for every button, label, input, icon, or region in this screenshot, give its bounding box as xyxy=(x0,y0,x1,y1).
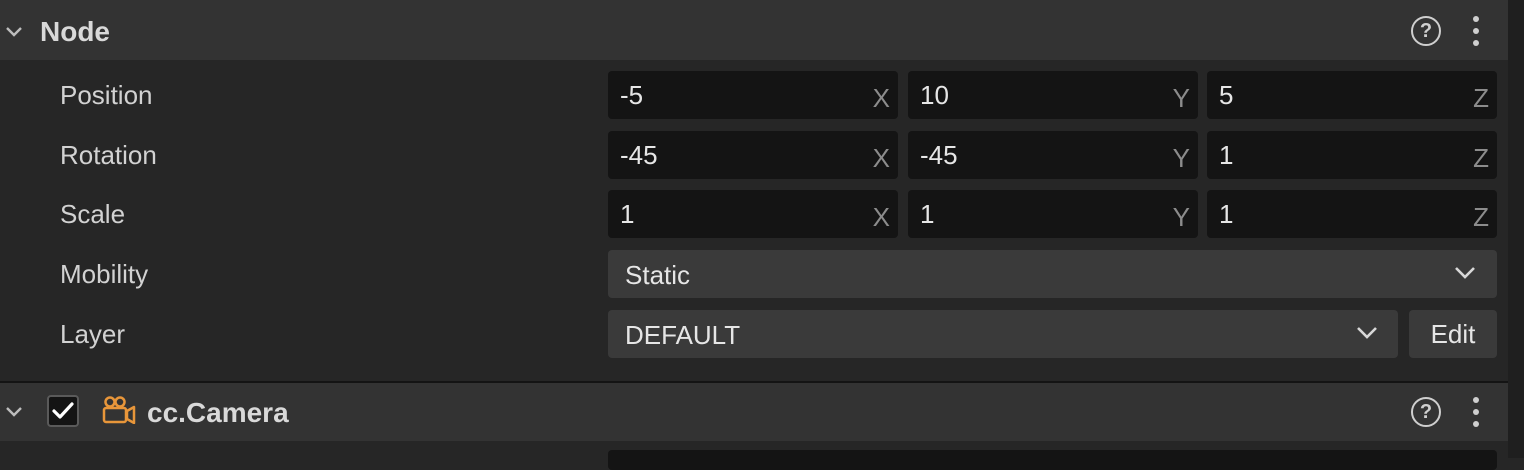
position-z-field[interactable]: 5 Z xyxy=(1207,71,1497,119)
rotation-z-field[interactable]: 1 Z xyxy=(1207,131,1497,179)
rotation-x-field[interactable]: -45 X xyxy=(608,131,898,179)
scale-label: Scale xyxy=(60,199,126,229)
layer-edit-button[interactable]: Edit xyxy=(1409,310,1497,358)
layer-label: Layer xyxy=(60,319,126,349)
mobility-label: Mobility xyxy=(60,259,149,289)
chevron-down-icon[interactable] xyxy=(4,22,24,42)
axis-z-label: Z xyxy=(1473,143,1489,173)
scrollbar-track[interactable] xyxy=(1508,0,1524,458)
camera-property-field[interactable] xyxy=(608,450,1497,470)
position-z-value: 5 xyxy=(1219,80,1234,110)
camera-enabled-checkbox[interactable] xyxy=(47,395,79,427)
position-label: Position xyxy=(60,80,153,110)
node-section-header[interactable]: Node ? xyxy=(0,0,1508,60)
node-section-title: Node xyxy=(40,16,110,47)
inspector-panel: Node ? Position -5 X 10 Y 5 Z Rotation -… xyxy=(0,0,1508,470)
axis-y-label: Y xyxy=(1172,143,1190,173)
camera-section-title: cc.Camera xyxy=(147,397,289,428)
rotation-y-value: -45 xyxy=(920,140,958,170)
scale-z-value: 1 xyxy=(1219,199,1234,229)
chevron-down-icon xyxy=(1455,267,1475,279)
help-icon[interactable]: ? xyxy=(1411,397,1441,427)
axis-x-label: X xyxy=(872,143,890,173)
scale-y-field[interactable]: 1 Y xyxy=(908,190,1198,238)
axis-x-label: X xyxy=(872,202,890,232)
position-x-field[interactable]: -5 X xyxy=(608,71,898,119)
axis-z-label: Z xyxy=(1473,83,1489,113)
layer-dropdown[interactable]: DEFAULT xyxy=(608,310,1398,358)
rotation-z-value: 1 xyxy=(1219,140,1234,170)
position-y-field[interactable]: 10 Y xyxy=(908,71,1198,119)
scale-y-value: 1 xyxy=(920,199,935,229)
checkmark-icon xyxy=(52,402,74,419)
camera-icon xyxy=(102,396,136,424)
axis-z-label: Z xyxy=(1473,202,1489,232)
chevron-down-icon[interactable] xyxy=(4,402,24,422)
help-icon[interactable]: ? xyxy=(1411,16,1441,46)
scale-x-value: 1 xyxy=(620,199,635,229)
kebab-menu-icon[interactable] xyxy=(1472,16,1480,46)
scale-z-field[interactable]: 1 Z xyxy=(1207,190,1497,238)
rotation-x-value: -45 xyxy=(620,140,658,170)
camera-section-header[interactable]: cc.Camera ? xyxy=(0,381,1508,441)
kebab-menu-icon[interactable] xyxy=(1472,397,1480,427)
scale-x-field[interactable]: 1 X xyxy=(608,190,898,238)
axis-y-label: Y xyxy=(1172,83,1190,113)
mobility-dropdown[interactable]: Static xyxy=(608,250,1497,298)
rotation-label: Rotation xyxy=(60,140,157,170)
rotation-y-field[interactable]: -45 Y xyxy=(908,131,1198,179)
axis-y-label: Y xyxy=(1172,202,1190,232)
axis-x-label: X xyxy=(872,83,890,113)
mobility-value: Static xyxy=(625,260,691,290)
layer-value: DEFAULT xyxy=(625,320,741,350)
position-x-value: -5 xyxy=(620,80,644,110)
chevron-down-icon xyxy=(1357,327,1377,339)
position-y-value: 10 xyxy=(920,80,949,110)
